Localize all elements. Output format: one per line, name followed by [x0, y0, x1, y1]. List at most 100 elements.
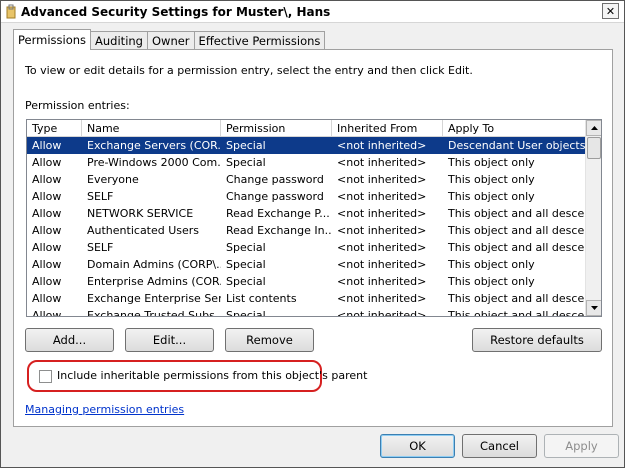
cell-inherited-from: <not inherited> [337, 173, 427, 186]
cell-inherited-from: <not inherited> [337, 207, 427, 220]
edit-button[interactable]: Edit... [125, 328, 214, 352]
scroll-up-button[interactable] [586, 120, 601, 136]
cell-type: Allow [32, 241, 62, 254]
table-row[interactable]: Allow Authenticated Users Read Exchange In… [27, 222, 586, 239]
permissions-tab-panel: To view or edit details for a permission… [13, 49, 613, 427]
cell-permission: Change password [226, 173, 324, 186]
include-inheritable-highlight: Include inheritable permissions from thi… [27, 360, 367, 392]
cell-inherited-from: <not inherited> [337, 190, 427, 203]
cell-apply-to: This object and all desce... [448, 292, 586, 305]
cell-type: Allow [32, 224, 62, 237]
remove-button[interactable]: Remove [225, 328, 314, 352]
cell-type: Allow [32, 309, 62, 317]
title-bar: Advanced Security Settings for Muster\, … [1, 1, 624, 23]
cell-permission: Special [226, 309, 266, 317]
table-row[interactable]: Allow Exchange Trusted Subs... Special <not… [27, 307, 586, 317]
dialog-button-bar: OK Cancel Apply [1, 429, 624, 467]
cell-apply-to: This object and all desce... [448, 241, 586, 254]
table-row[interactable]: Allow SELF Special <not inherited> This obje… [27, 239, 586, 256]
cell-apply-to: This object only [448, 190, 535, 203]
arrow-up-icon [590, 126, 598, 130]
cell-name: Pre-Windows 2000 Com... [87, 156, 221, 169]
cell-type: Allow [32, 173, 62, 186]
ok-button[interactable]: OK [380, 434, 455, 458]
include-inheritable-label[interactable]: Include inheritable permissions from thi… [57, 369, 367, 382]
cancel-button[interactable]: Cancel [462, 434, 537, 458]
tab-permissions[interactable]: Permissions [13, 29, 92, 50]
column-header-inherited-from[interactable]: Inherited From [332, 120, 443, 137]
cell-permission: Change password [226, 190, 324, 203]
cell-permission: Read Exchange P... [226, 207, 330, 220]
column-header-type[interactable]: Type [27, 120, 82, 137]
cell-inherited-from: <not inherited> [337, 156, 427, 169]
vertical-scrollbar[interactable] [585, 120, 601, 316]
cell-permission: Special [226, 156, 266, 169]
cell-name: Exchange Trusted Subs... [87, 309, 221, 317]
cell-apply-to: This object only [448, 275, 535, 288]
scroll-thumb[interactable] [587, 137, 601, 159]
advanced-security-settings-dialog: Advanced Security Settings for Muster\, … [0, 0, 625, 468]
folder-lock-icon [6, 4, 16, 19]
cell-inherited-from: <not inherited> [337, 275, 427, 288]
apply-button[interactable]: Apply [544, 434, 619, 458]
table-row[interactable]: Allow Domain Admins (CORP\... Special <not … [27, 256, 586, 273]
cell-name: Domain Admins (CORP\... [87, 258, 221, 271]
list-body: Allow Exchange Servers (COR... Special <not… [27, 137, 586, 317]
permission-entries-label: Permission entries: [25, 99, 130, 112]
cell-apply-to: This object and all desce... [448, 309, 586, 317]
column-header-apply-to[interactable]: Apply To [443, 120, 586, 137]
close-button[interactable]: ✕ [602, 3, 619, 19]
cell-name: Everyone [87, 173, 139, 186]
table-row[interactable]: Allow NETWORK SERVICE Read Exchange P... <n… [27, 205, 586, 222]
cell-permission: List contents [226, 292, 297, 305]
column-header-name[interactable]: Name [82, 120, 221, 137]
cell-type: Allow [32, 292, 62, 305]
managing-permission-entries-link[interactable]: Managing permission entries [25, 403, 184, 416]
instructions-text: To view or edit details for a permission… [25, 64, 473, 77]
restore-defaults-button[interactable]: Restore defaults [472, 328, 602, 352]
table-row[interactable]: Allow Enterprise Admins (COR... Special <no… [27, 273, 586, 290]
window-title: Advanced Security Settings for Muster\, … [21, 5, 331, 19]
column-header-permission[interactable]: Permission [221, 120, 332, 137]
cell-permission: Special [226, 258, 266, 271]
cell-apply-to: This object only [448, 156, 535, 169]
cell-type: Allow [32, 258, 62, 271]
cell-apply-to: This object and all desce... [448, 224, 586, 237]
include-inheritable-checkbox[interactable] [39, 370, 52, 383]
table-row[interactable]: Allow Pre-Windows 2000 Com... Special <not … [27, 154, 586, 171]
cell-inherited-from: <not inherited> [337, 241, 427, 254]
table-row[interactable]: Allow Everyone Change password <not inherit… [27, 171, 586, 188]
cell-name: Enterprise Admins (COR... [87, 275, 221, 288]
cell-inherited-from: <not inherited> [337, 139, 427, 152]
cell-name: SELF [87, 190, 114, 203]
cell-name: Authenticated Users [87, 224, 200, 237]
permission-entries-list[interactable]: Type Name Permission Inherited From Appl… [26, 119, 602, 317]
cell-name: NETWORK SERVICE [87, 207, 194, 220]
table-row[interactable]: Allow SELF Change password <not inherited> T… [27, 188, 586, 205]
cell-inherited-from: <not inherited> [337, 309, 427, 317]
table-row[interactable]: Allow Exchange Servers (COR... Special <not… [27, 137, 586, 154]
add-button[interactable]: Add... [25, 328, 114, 352]
cell-name: Exchange Enterprise Ser... [87, 292, 221, 305]
cell-inherited-from: <not inherited> [337, 292, 427, 305]
close-icon: ✕ [605, 4, 616, 18]
cell-type: Allow [32, 139, 62, 152]
table-row[interactable]: Allow Exchange Enterprise Ser... List cont… [27, 290, 586, 307]
tab-auditing[interactable]: Auditing [90, 31, 148, 50]
list-header: Type Name Permission Inherited From Appl… [27, 120, 586, 137]
cell-apply-to: Descendant User objects [448, 139, 586, 152]
cell-apply-to: This object and all desce... [448, 207, 586, 220]
cell-name: SELF [87, 241, 114, 254]
cell-permission: Special [226, 139, 266, 152]
cell-type: Allow [32, 207, 62, 220]
cell-type: Allow [32, 156, 62, 169]
cell-type: Allow [32, 190, 62, 203]
cell-inherited-from: <not inherited> [337, 224, 427, 237]
cell-inherited-from: <not inherited> [337, 258, 427, 271]
tab-effective-permissions[interactable]: Effective Permissions [193, 31, 326, 50]
scroll-down-button[interactable] [586, 300, 601, 316]
cell-type: Allow [32, 275, 62, 288]
cell-permission: Special [226, 241, 266, 254]
cell-apply-to: This object only [448, 173, 535, 186]
tab-owner[interactable]: Owner [146, 31, 195, 50]
